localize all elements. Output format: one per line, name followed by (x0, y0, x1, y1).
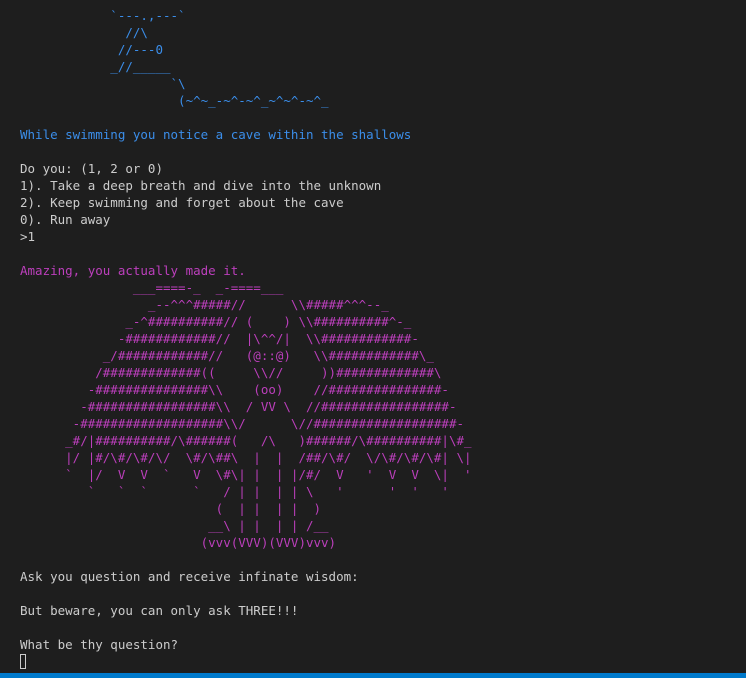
question-prompt: What be thy question? (20, 637, 179, 652)
option-0: 0). Run away (20, 212, 111, 227)
cave-notice-text: While swimming you notice a cave within … (20, 127, 412, 142)
option-2: 2). Keep swimming and forget about the c… (20, 195, 344, 210)
swimmer-ascii-art: `---.,---` //\ //---0 _//_____ `\ (~^~_-… (110, 8, 329, 108)
option-1: 1). Take a deep breath and dive into the… (20, 178, 382, 193)
user-input-echo: >1 (20, 229, 36, 244)
amazing-text: Amazing, you actually made it. (20, 263, 246, 278)
terminal-panel[interactable]: `---.,---` //\ //---0 _//_____ `\ (~^~_-… (0, 0, 746, 678)
terminal-cursor[interactable] (20, 654, 26, 669)
ask-text: Ask you question and receive infinate wi… (20, 569, 359, 584)
beware-text: But beware, you can only ask THREE!!! (20, 603, 299, 618)
terminal-output: `---.,---` //\ //---0 _//_____ `\ (~^~_-… (20, 7, 472, 653)
status-bar (0, 673, 746, 678)
prompt-question: Do you: (1, 2 or 0) (20, 161, 163, 176)
creature-ascii-art: ___====-_ _-====___ _--^^^#####// \\####… (65, 280, 472, 550)
